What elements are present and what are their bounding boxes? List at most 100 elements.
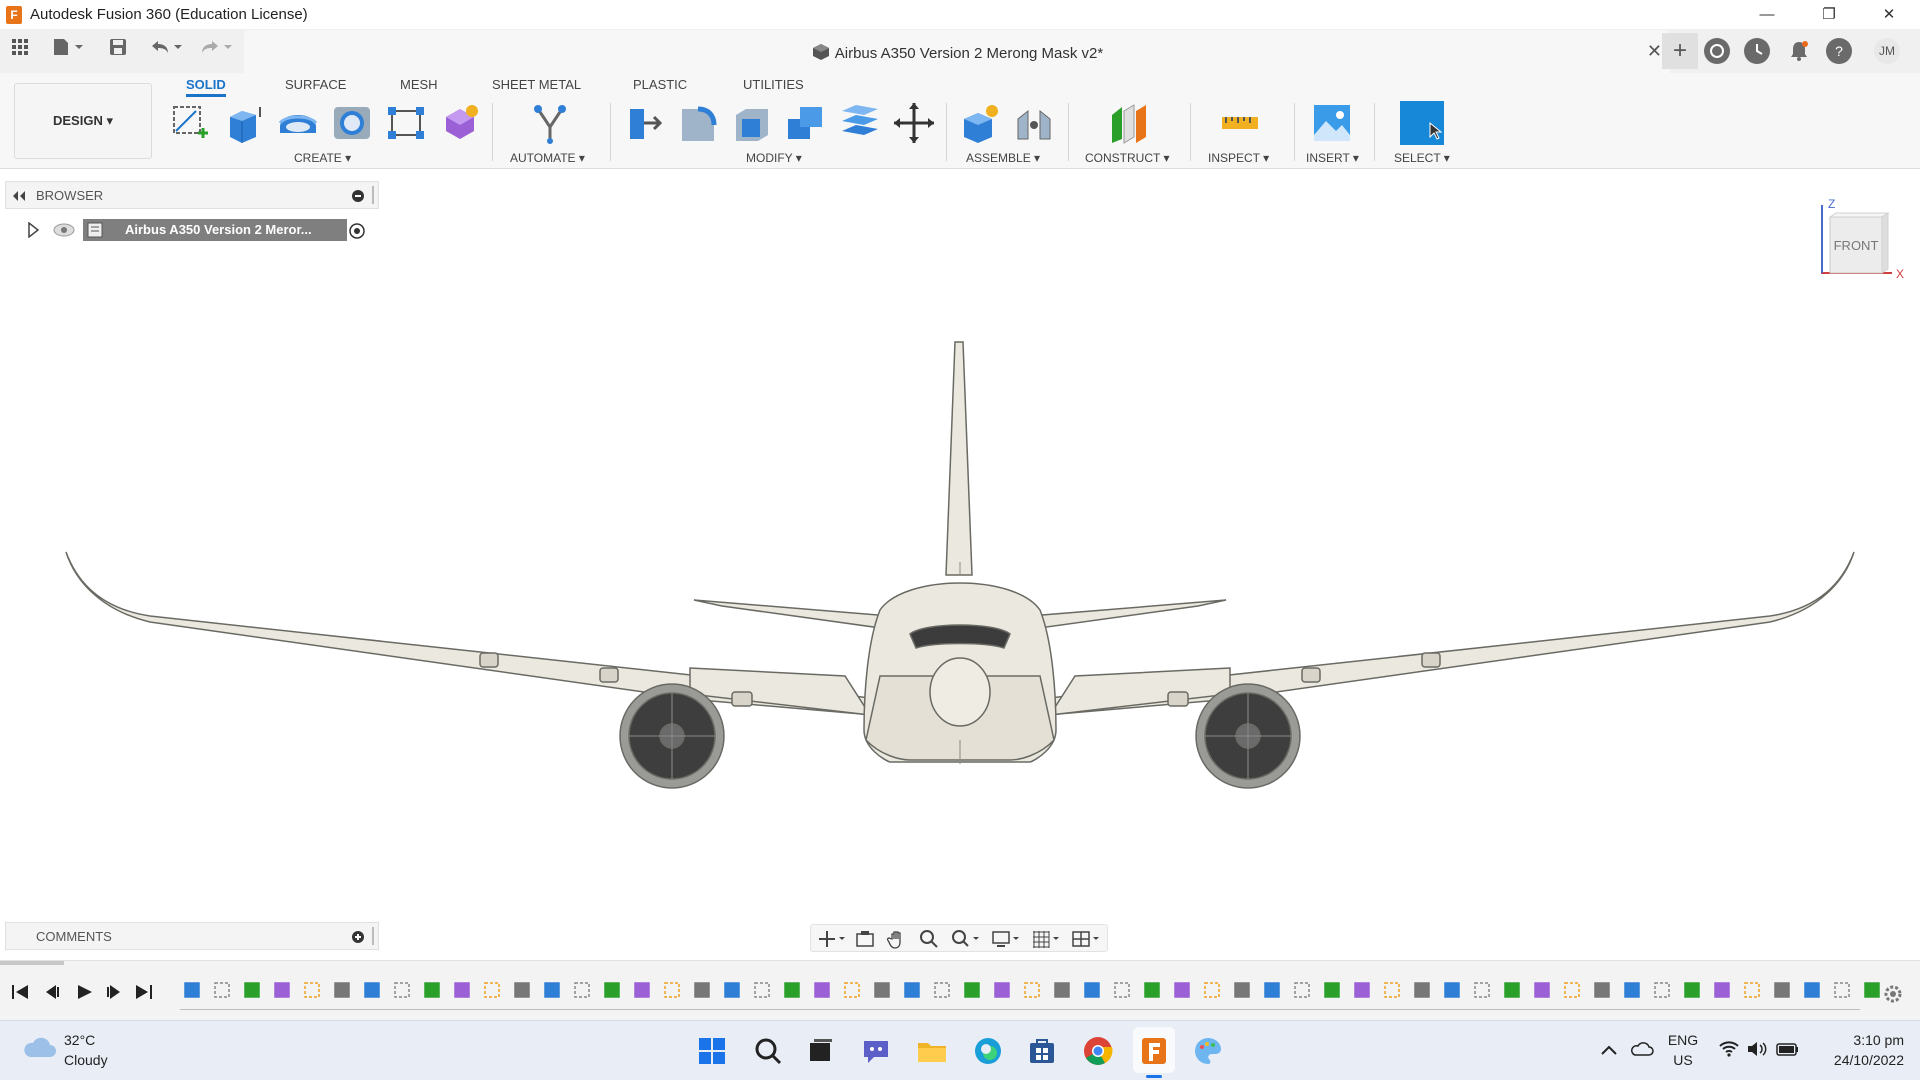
weather-temperature[interactable]: 32°C — [64, 1032, 95, 1048]
job-status-icon[interactable] — [1744, 38, 1770, 64]
timeline-feature[interactable] — [363, 981, 381, 999]
timeline-feature[interactable] — [1773, 981, 1791, 999]
look-at-icon[interactable] — [855, 929, 875, 949]
timeline-scrollbar[interactable] — [0, 961, 64, 965]
timeline-feature[interactable] — [1443, 981, 1461, 999]
timeline-feature[interactable] — [1083, 981, 1101, 999]
undo-icon[interactable] — [146, 37, 186, 63]
timeline-feature[interactable] — [1473, 981, 1491, 999]
insert-menu[interactable]: INSERT ▾ — [1306, 151, 1359, 165]
edge-browser-icon[interactable] — [972, 1035, 1004, 1067]
timeline-feature[interactable] — [1803, 981, 1821, 999]
timeline-feature[interactable] — [183, 981, 201, 999]
new-tab-plus-icon[interactable]: + — [1662, 33, 1698, 69]
timeline-feature[interactable] — [873, 981, 891, 999]
timeline-feature[interactable] — [813, 981, 831, 999]
timeline-feature[interactable] — [1383, 981, 1401, 999]
timeline-feature[interactable] — [393, 981, 411, 999]
teams-chat-icon[interactable] — [860, 1035, 892, 1067]
timeline-feature[interactable] — [723, 981, 741, 999]
tab-sheet-metal[interactable]: SHEET METAL — [492, 73, 581, 97]
file-explorer-icon[interactable] — [916, 1035, 948, 1067]
notifications-bell-icon[interactable] — [1786, 38, 1812, 64]
volume-icon[interactable] — [1746, 1039, 1768, 1059]
timeline-feature[interactable] — [1293, 981, 1311, 999]
timeline-feature[interactable] — [1533, 981, 1551, 999]
show-hidden-icons-chevron-icon[interactable] — [1600, 1043, 1618, 1057]
inspect-menu[interactable]: INSPECT ▾ — [1208, 151, 1269, 165]
shell-icon[interactable] — [730, 101, 774, 145]
select-menu[interactable]: SELECT ▾ — [1394, 151, 1450, 165]
assemble-menu[interactable]: ASSEMBLE ▾ — [966, 151, 1040, 165]
insert-image-icon[interactable] — [1310, 101, 1354, 145]
hole-icon[interactable] — [330, 101, 374, 145]
timeline-feature[interactable] — [1623, 981, 1641, 999]
timeline-feature[interactable] — [1653, 981, 1671, 999]
timeline-feature[interactable] — [1203, 981, 1221, 999]
pan-hand-icon[interactable] — [887, 929, 907, 949]
extensions-icon[interactable] — [1704, 38, 1730, 64]
timeline-feature[interactable] — [1863, 981, 1881, 999]
search-icon[interactable] — [752, 1035, 784, 1067]
timeline-feature[interactable] — [483, 981, 501, 999]
step-back-icon[interactable] — [42, 983, 62, 1001]
tab-solid[interactable]: SOLID — [186, 73, 226, 97]
timeline-feature[interactable] — [963, 981, 981, 999]
weather-cloud-icon[interactable] — [22, 1035, 56, 1061]
timeline-feature[interactable] — [1173, 981, 1191, 999]
select-tool-icon[interactable] — [1400, 101, 1444, 145]
joint-icon[interactable] — [1012, 101, 1056, 145]
timeline-feature[interactable] — [1053, 981, 1071, 999]
panel-grip[interactable] — [372, 927, 374, 945]
model-viewport[interactable] — [0, 170, 1920, 920]
comments-panel-header[interactable]: COMMENTS — [5, 922, 379, 950]
language-indicator[interactable]: ENG — [1666, 1032, 1700, 1048]
tab-mesh[interactable]: MESH — [400, 73, 438, 97]
wifi-icon[interactable] — [1718, 1039, 1740, 1059]
fillet-icon[interactable] — [676, 101, 720, 145]
zoom-icon[interactable] — [919, 929, 939, 949]
combine-icon[interactable] — [784, 101, 828, 145]
timeline-feature[interactable] — [243, 981, 261, 999]
battery-icon[interactable] — [1776, 1040, 1800, 1058]
construct-menu[interactable]: CONSTRUCT ▾ — [1085, 151, 1169, 165]
measure-icon[interactable] — [1218, 101, 1262, 145]
save-icon[interactable] — [105, 37, 131, 63]
data-panel-grid-icon[interactable] — [7, 37, 33, 63]
offset-plane-icon[interactable] — [1106, 101, 1150, 145]
display-settings-icon[interactable] — [991, 929, 1021, 949]
modify-menu[interactable]: MODIFY ▾ — [746, 151, 802, 165]
clock-time[interactable]: 3:10 pm — [1806, 1032, 1904, 1048]
timeline-feature[interactable] — [663, 981, 681, 999]
create-form-icon[interactable] — [438, 101, 482, 145]
chrome-icon[interactable] — [1082, 1035, 1114, 1067]
timeline-settings-gear-icon[interactable] — [1882, 983, 1904, 1005]
help-icon[interactable]: ? — [1826, 38, 1852, 64]
restore-button[interactable]: ❐ — [1806, 0, 1852, 29]
close-window-button[interactable]: ✕ — [1866, 0, 1912, 29]
weather-description[interactable]: Cloudy — [64, 1052, 108, 1068]
user-avatar[interactable]: JM — [1874, 38, 1900, 64]
timeline-feature[interactable] — [1023, 981, 1041, 999]
timeline-feature[interactable] — [1233, 981, 1251, 999]
automate-icon[interactable] — [528, 101, 572, 145]
fusion-360-taskbar-icon[interactable] — [1138, 1035, 1170, 1067]
timeline-feature[interactable] — [1503, 981, 1521, 999]
timeline-feature[interactable] — [1413, 981, 1431, 999]
timeline-feature[interactable] — [633, 981, 651, 999]
timeline-feature[interactable] — [1563, 981, 1581, 999]
timeline-feature[interactable] — [333, 981, 351, 999]
timeline-feature[interactable] — [1683, 981, 1701, 999]
create-sketch-icon[interactable] — [168, 101, 212, 145]
move-copy-icon[interactable] — [892, 101, 936, 145]
play-icon[interactable] — [74, 983, 94, 1001]
timeline-feature[interactable] — [273, 981, 291, 999]
timeline-feature[interactable] — [513, 981, 531, 999]
timeline-feature[interactable] — [1113, 981, 1131, 999]
document-tab[interactable]: Airbus A350 Version 2 Merong Mask v2* ✕ — [244, 30, 1670, 73]
offset-face-icon[interactable] — [838, 101, 882, 145]
file-menu-icon[interactable] — [48, 37, 88, 63]
timeline-feature[interactable] — [573, 981, 591, 999]
onedrive-cloud-icon[interactable] — [1630, 1039, 1654, 1059]
timeline-feature[interactable] — [843, 981, 861, 999]
